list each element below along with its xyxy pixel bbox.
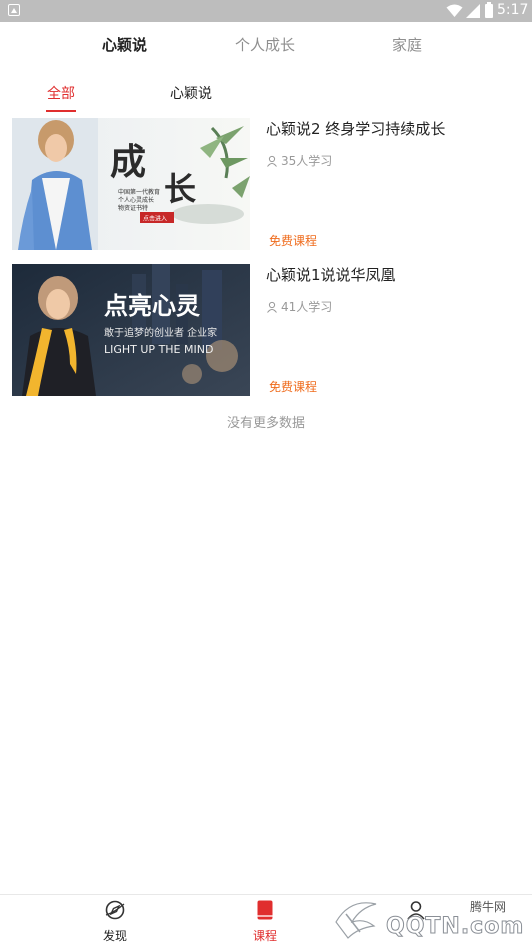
watermark-logo-icon <box>335 902 377 939</box>
watermark-brand: 腾牛网 <box>470 900 507 914</box>
cellular-icon <box>466 4 480 18</box>
learner-count-text: 35人学习 <box>281 154 333 168</box>
nav-courses-label: 课程 <box>252 929 277 943</box>
learner-count: 35人学习 <box>266 152 332 169</box>
person-icon <box>267 155 277 167</box>
course-thumbnail-art: 点亮心灵 敢于追梦的创业者 企业家 LIGHT UP THE MIND <box>12 264 250 396</box>
free-course-tag: 免费课程 <box>269 380 318 394</box>
nav-discover[interactable]: 发现 <box>85 899 145 944</box>
thumb-line-3: 物资证书特 <box>118 204 148 212</box>
tab-family[interactable]: 家庭 <box>392 34 422 55</box>
course-title[interactable]: 心颖说1说说华凤凰 <box>266 264 396 285</box>
battery-icon <box>485 2 493 18</box>
thumb-calligraphy-1: 成 <box>110 141 146 183</box>
learner-count: 41人学习 <box>266 298 332 315</box>
thumb-calligraphy-2: 长 <box>164 170 196 208</box>
sub-tabs: 全部 心颖说 <box>0 78 532 114</box>
course-thumbnail-art: 成 长 中国第一代教育 个人心灵成长 物资证书特 点击进入 <box>12 118 250 250</box>
status-time: 5:17 <box>497 2 529 18</box>
course-card[interactable]: 点亮心灵 敢于追梦的创业者 企业家 LIGHT UP THE MIND 心颖说1… <box>12 264 522 398</box>
thumb-line-1: 中国第一代教育 <box>118 188 160 196</box>
status-bar: 5:17 <box>0 0 532 22</box>
person-icon <box>267 301 277 313</box>
nav-discover-label: 发现 <box>102 929 127 943</box>
book-icon <box>257 900 273 920</box>
thumb-subline: 敢于追梦的创业者 企业家 <box>104 326 217 339</box>
no-more-data-text: 没有更多数据 <box>226 416 305 431</box>
subtab-xinyingshuo[interactable]: 心颖说 <box>170 83 212 103</box>
learner-count-text: 41人学习 <box>281 300 333 314</box>
thumb-line-2: 个人心灵成长 <box>118 196 154 204</box>
free-course-tag: 免费课程 <box>269 234 318 248</box>
wifi-icon <box>446 4 463 17</box>
category-tabs: 心颖说 个人成长 家庭 <box>0 22 532 68</box>
course-thumbnail: 点亮心灵 敢于追梦的创业者 企业家 LIGHT UP THE MIND <box>12 264 250 396</box>
subtab-all[interactable]: 全部 <box>47 83 75 103</box>
tab-personal-growth[interactable]: 个人成长 <box>235 34 295 55</box>
notification-icon <box>8 4 20 16</box>
watermark-domain: QQTN.com <box>385 914 525 940</box>
site-watermark: 腾牛网 QQTN.com <box>330 890 532 946</box>
thumb-english: LIGHT UP THE MIND <box>104 343 213 356</box>
course-thumbnail: 成 长 中国第一代教育 个人心灵成长 物资证书特 点击进入 <box>12 118 250 250</box>
compass-icon <box>105 900 125 920</box>
thumb-headline: 点亮心灵 <box>104 292 200 320</box>
thumb-stamp: 点击进入 <box>143 215 167 223</box>
active-tab-indicator <box>46 110 76 112</box>
nav-courses[interactable]: 课程 <box>235 899 295 944</box>
course-card[interactable]: 成 长 中国第一代教育 个人心灵成长 物资证书特 点击进入 心颖说2 终身学习持… <box>12 118 522 252</box>
course-title[interactable]: 心颖说2 终身学习持续成长 <box>266 118 445 139</box>
tab-xinyingshuo[interactable]: 心颖说 <box>102 34 147 55</box>
